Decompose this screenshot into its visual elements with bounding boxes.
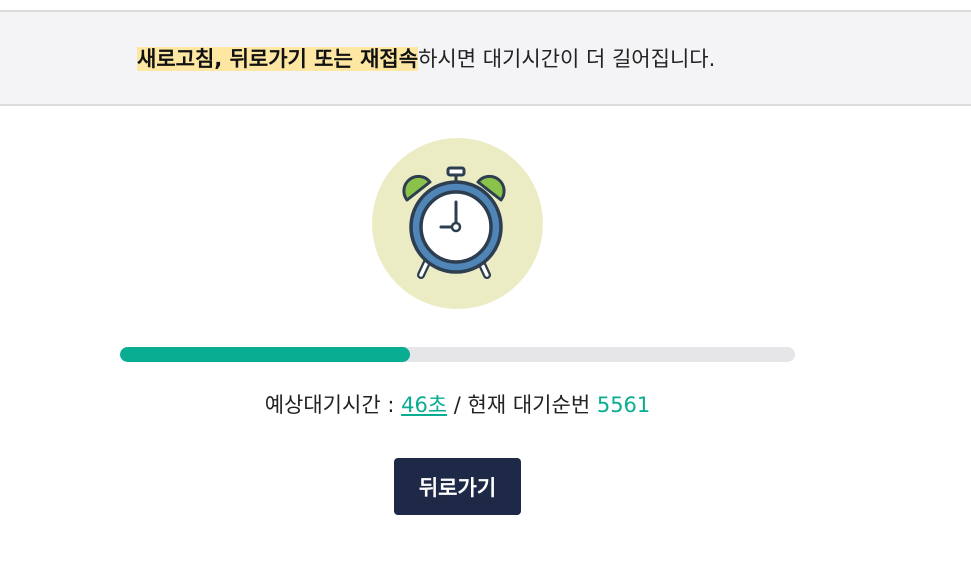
clock-illustration: [372, 138, 543, 309]
notice-rest: 하시면 대기시간이 더 길어집니다.: [418, 47, 716, 71]
notice-highlight: 새로고침, 뒤로가기 또는 재접속: [137, 47, 419, 71]
notice-bar: 새로고침, 뒤로가기 또는 재접속하시면 대기시간이 더 길어집니다.: [0, 10, 971, 106]
progress-bar: [120, 347, 795, 362]
wait-time-label: 예상대기시간 :: [264, 393, 402, 417]
queue-label: / 현재 대기순번: [447, 393, 597, 417]
alarm-clock-icon: [402, 166, 506, 279]
notice-message: 새로고침, 뒤로가기 또는 재접속하시면 대기시간이 더 길어집니다.: [137, 45, 715, 73]
wait-time-value[interactable]: 46초: [401, 393, 447, 417]
progress-fill: [120, 347, 411, 362]
back-button[interactable]: 뒤로가기: [394, 458, 521, 515]
queue-number: 5561: [596, 393, 651, 417]
wait-info: 예상대기시간 : 46초 / 현재 대기순번 5561: [0, 390, 915, 420]
